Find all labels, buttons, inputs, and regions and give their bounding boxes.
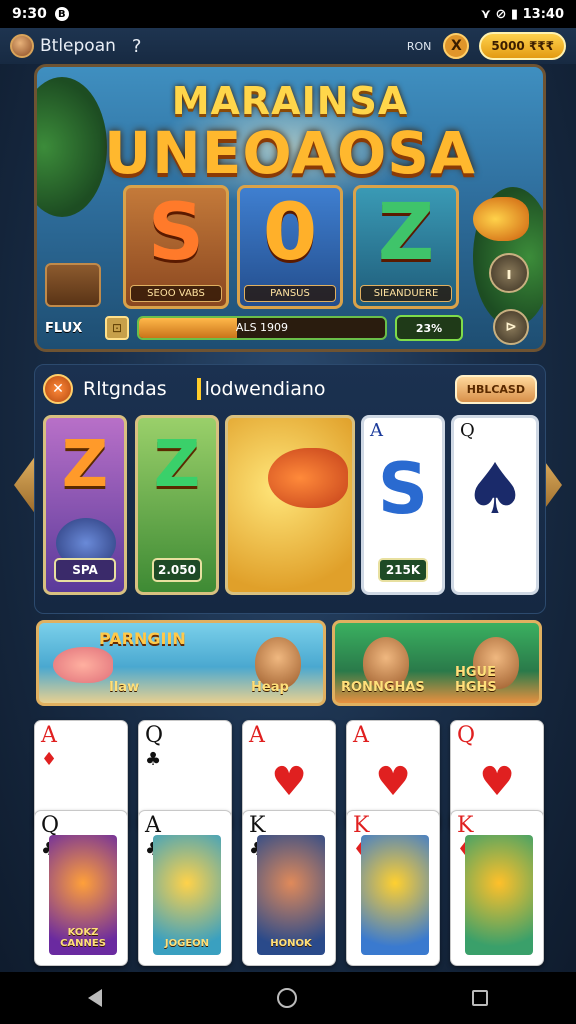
promo-label: HGUE HGHS: [455, 665, 497, 695]
rewards-title: Rltgndas: [83, 378, 167, 400]
system-nav-bar: [0, 972, 576, 1024]
hero-banner[interactable]: MARAINSA UNEOAOSA S SEOO VABS 0 PANSUS Z…: [34, 64, 546, 352]
heart-icon: ♥: [479, 759, 515, 805]
diamond-icon: ♦: [41, 749, 58, 770]
avatar[interactable]: [10, 34, 34, 58]
progress-bar: ALS 1909: [137, 316, 387, 340]
reward-tile[interactable]: Z 2.050: [135, 415, 219, 595]
flux-label: FLUX: [45, 320, 83, 336]
rewards-header: ✕ Rltgndas lodwendiano HBLCASD: [43, 373, 537, 405]
card-art-label: HONOK: [270, 938, 312, 949]
card-rank: K: [457, 813, 474, 838]
info-button[interactable]: ı: [489, 253, 529, 293]
spade-icon: ♠: [463, 448, 527, 530]
rewards-tiles: Z SPA Z 2.050 A S 215K Q ♠: [43, 415, 539, 595]
flux-icon[interactable]: ⊡: [105, 316, 129, 340]
card-artwork: [361, 835, 429, 955]
playing-card[interactable]: A ♣ JOGEON: [138, 810, 232, 966]
progress-text: ALS 1909: [235, 321, 289, 334]
play-button[interactable]: ⊳: [493, 309, 529, 345]
card-artwork: [257, 835, 325, 955]
card-artwork: [153, 835, 221, 955]
bonus-label[interactable]: RON: [407, 40, 432, 53]
app-title: Btlepoan: [40, 36, 116, 56]
playing-card[interactable]: Q ♣ KOKZ CANNES: [34, 810, 128, 966]
reel-label: SIEANDUERE: [360, 285, 452, 302]
card-grid: A ♦ Q ♣ A ♥ A ♥ Q ♥ Q ♣ KOKZ CANNES A ♣ …: [34, 720, 546, 968]
coin-icon[interactable]: X: [443, 33, 470, 59]
club-icon: ♣: [145, 749, 162, 770]
status-icons: ⋎ ⊘ ▮ 13:40: [480, 6, 564, 22]
reel-symbol: 0: [262, 188, 318, 278]
hero-title-line1: MARAINSA: [171, 79, 409, 123]
tile-tag: 215K: [378, 558, 428, 582]
card-rank: Q: [460, 420, 475, 441]
reward-tile[interactable]: Z SPA: [43, 415, 127, 595]
card-artwork: [465, 835, 533, 955]
reel-label: PANSUS: [244, 285, 336, 302]
tile-symbol: Z: [61, 428, 109, 502]
card-rank: Q: [457, 723, 476, 748]
reel-3[interactable]: Z SIEANDUERE: [353, 185, 459, 309]
playing-card[interactable]: K ♣ HONOK: [242, 810, 336, 966]
fish-icon: [268, 448, 348, 508]
reward-tile[interactable]: [225, 415, 355, 595]
home-icon[interactable]: [276, 988, 297, 1008]
chevron-left-icon[interactable]: [14, 455, 36, 515]
treasure-chest-icon: [45, 263, 101, 307]
card-rank: A: [249, 723, 265, 748]
rewards-icon: ✕: [43, 374, 73, 404]
card-art-label: JOGEON: [164, 938, 210, 949]
card-art-label: KOKZ CANNES: [60, 927, 106, 949]
tile-symbol: Z: [153, 428, 201, 502]
percent-badge[interactable]: 23%: [395, 315, 463, 341]
back-icon[interactable]: [87, 989, 102, 1007]
fish-icon: [53, 647, 113, 683]
promo-banner-2[interactable]: RONNGHAS HGUE HGHS: [332, 620, 542, 706]
hero-bottom-bar: FLUX ⊡ ALS 1909 23%: [45, 311, 535, 345]
rewards-subtitle: lodwendiano: [196, 378, 326, 400]
heart-icon: ♥: [271, 759, 307, 805]
card-rank: K: [249, 813, 266, 838]
fish-icon: [473, 197, 529, 241]
promo-label: Ilaw: [109, 680, 140, 695]
tile-tag: SPA: [54, 558, 116, 582]
balance-button[interactable]: 5000 ₹₹₹: [479, 32, 566, 60]
playing-card[interactable]: K ♦: [346, 810, 440, 966]
reel-1[interactable]: S SEOO VABS: [123, 185, 229, 309]
tile-tag: 2.050: [152, 558, 202, 582]
reel-symbol: Z: [377, 188, 435, 278]
tile-symbol: S: [377, 448, 429, 530]
recents-icon[interactable]: [472, 990, 489, 1006]
reel-label: SEOO VABS: [130, 285, 222, 302]
card-rank: Q: [145, 723, 164, 748]
reward-tile[interactable]: Q ♠: [451, 415, 539, 595]
reel-symbol: S: [147, 188, 205, 278]
card-rank: A: [41, 723, 57, 748]
promo-label: RONNGHAS: [341, 680, 425, 695]
hero-title-line2: UNEOAOSA: [104, 119, 476, 187]
card-rank: K: [353, 813, 370, 838]
heart-icon: ♥: [375, 759, 411, 805]
rewards-panel: ✕ Rltgndas lodwendiano HBLCASD Z SPA Z 2…: [34, 364, 546, 614]
reward-tile[interactable]: A S 215K: [361, 415, 445, 595]
app-bar: Btlepoan ? RON X 5000 ₹₹₹: [0, 28, 576, 64]
help-icon[interactable]: ?: [132, 36, 142, 57]
status-time: 9:30: [12, 6, 47, 22]
rewards-button[interactable]: HBLCASD: [454, 374, 537, 404]
card-rank: A: [145, 813, 161, 838]
reel-2[interactable]: 0 PANSUS: [237, 185, 343, 309]
card-rank: Q: [41, 813, 60, 838]
card-rank: A: [370, 420, 383, 441]
promo-title: PARNGIIN: [99, 629, 186, 648]
promo-label: Heap: [251, 680, 289, 695]
playing-card[interactable]: K ♦: [450, 810, 544, 966]
status-indicator-icon: B: [54, 7, 69, 21]
promo-banner-1[interactable]: PARNGIIN Ilaw Heap: [36, 620, 326, 706]
status-bar: 9:30 B ⋎ ⊘ ▮ 13:40: [0, 0, 576, 28]
card-rank: A: [353, 723, 369, 748]
